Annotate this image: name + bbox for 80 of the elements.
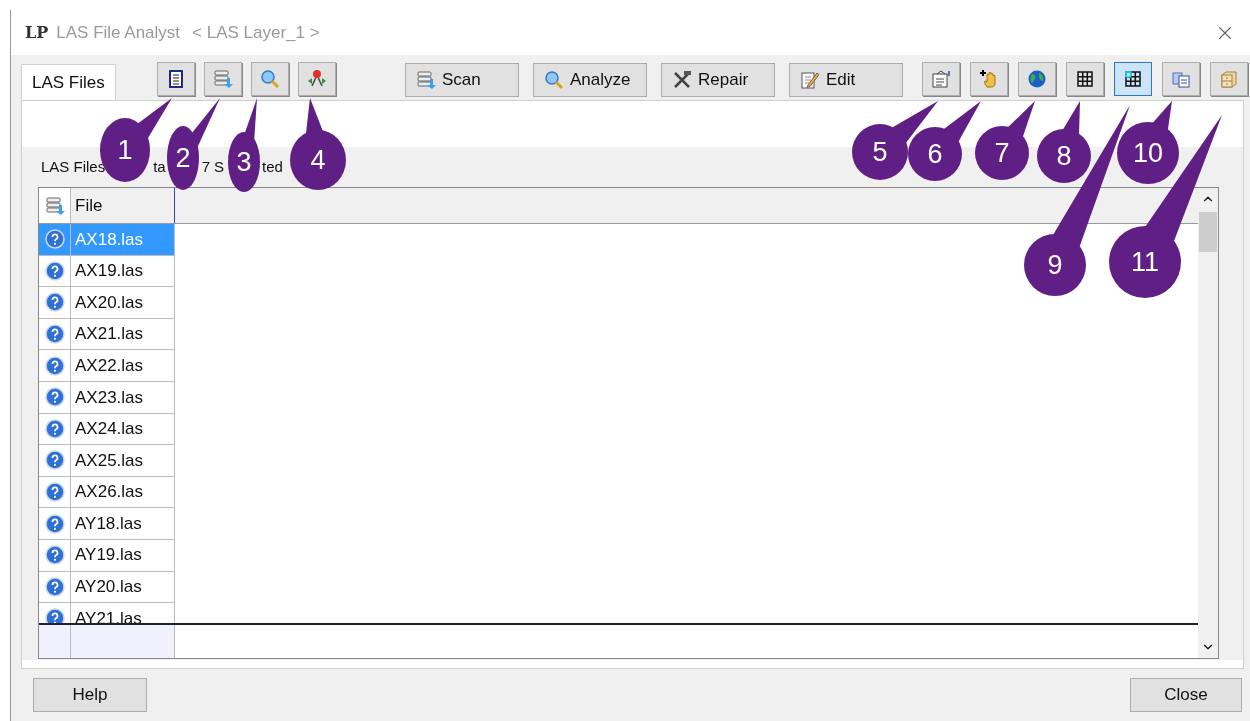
toolbar-button[interactable] <box>157 62 195 96</box>
app-logo: LP <box>25 21 49 44</box>
toolbar-button[interactable]: Edit <box>789 63 903 97</box>
table-row[interactable]: AX25.las <box>39 445 1198 477</box>
question-icon <box>44 513 65 534</box>
question-icon <box>44 576 65 597</box>
table-row[interactable]: AX21.las <box>39 318 1198 351</box>
table-cell: AX24.las <box>71 413 175 446</box>
search-icon <box>260 69 280 89</box>
help-button[interactable]: Help <box>33 678 147 712</box>
table-cell: AX22.las <box>71 350 175 382</box>
question-icon <box>44 355 65 376</box>
close-button[interactable]: Close <box>1130 678 1242 712</box>
table-row[interactable]: AX20.las <box>39 287 1198 319</box>
database-arrow-icon <box>416 70 436 90</box>
database-arrow-icon <box>213 69 233 89</box>
table-row[interactable]: AX22.las <box>39 350 1198 382</box>
properties-icon <box>931 69 951 89</box>
hand-plus-icon <box>979 69 999 89</box>
toolbar-button[interactable]: Repair <box>661 63 775 97</box>
table-row[interactable]: AY20.las <box>39 571 1198 604</box>
new-row-cell[interactable] <box>39 625 71 658</box>
globe-icon <box>1027 69 1047 89</box>
table-row[interactable]: AX23.las <box>39 381 1198 414</box>
question-icon <box>44 292 65 313</box>
toolbar-button[interactable] <box>1066 62 1104 96</box>
question-icon <box>44 418 65 439</box>
question-icon <box>44 450 65 471</box>
table-row[interactable]: AX24.las <box>39 413 1198 446</box>
copy-icon <box>1171 69 1191 89</box>
toolbar-button[interactable]: Scan <box>405 63 519 97</box>
tools-icon <box>672 70 692 90</box>
callout: 10 <box>1117 101 1179 184</box>
status-text: ted <box>262 156 283 177</box>
table-cell: AX26.las <box>71 476 175 509</box>
question-icon <box>44 229 65 250</box>
table-cell: AX23.las <box>71 381 175 414</box>
new-row-cell[interactable] <box>71 625 175 658</box>
table-cell: AX21.las <box>71 318 175 351</box>
question-icon <box>44 608 65 623</box>
window-subtitle: < LAS Layer_1 > <box>192 21 320 44</box>
scroll-thumb[interactable] <box>1199 212 1217 252</box>
callout: 6 <box>908 101 981 181</box>
question-icon <box>44 387 65 408</box>
table-row[interactable]: AY19.las <box>39 539 1198 572</box>
toolbar-button[interactable]: Analyze <box>533 63 647 97</box>
window-title: LAS File Analyst <box>56 21 181 44</box>
column-header[interactable]: File <box>71 188 175 223</box>
status-text: LAS Files <box>41 156 106 177</box>
table-cell: AX20.las <box>71 287 175 319</box>
question-icon <box>44 260 65 281</box>
table-cell: AY18.las <box>71 508 175 540</box>
table-cell: AY19.las <box>71 539 175 572</box>
question-icon <box>44 324 65 345</box>
table-row[interactable]: AY18.las <box>39 508 1198 540</box>
edit-icon <box>800 70 820 90</box>
search-icon <box>544 70 564 90</box>
scrollbar[interactable] <box>1198 188 1218 658</box>
tab[interactable]: LAS Files <box>21 64 116 100</box>
callout: 4 <box>290 98 346 190</box>
question-icon <box>44 482 65 503</box>
question-icon <box>44 545 65 566</box>
callout: 8 <box>1037 101 1091 183</box>
status-text: ta <box>153 156 166 177</box>
table-cell: AX19.las <box>71 255 175 288</box>
cabinet-icon <box>1219 69 1239 89</box>
table-cell: AX18.las <box>71 224 175 256</box>
callout: 7 <box>975 101 1035 180</box>
table-cell: AX25.las <box>71 445 175 477</box>
toolbar-button[interactable] <box>1114 62 1152 96</box>
table-row[interactable]: AX26.las <box>39 476 1198 509</box>
database-arrow-icon <box>44 195 65 216</box>
split-arrows-icon <box>307 69 327 89</box>
status-text: S <box>214 156 225 177</box>
callout: 3 <box>228 98 260 192</box>
table-cell: AY20.las <box>71 571 175 604</box>
status-text: 7 <box>201 156 211 177</box>
grid-icon <box>1075 69 1095 89</box>
list-icon <box>166 69 186 89</box>
grid-icon <box>1123 69 1143 89</box>
